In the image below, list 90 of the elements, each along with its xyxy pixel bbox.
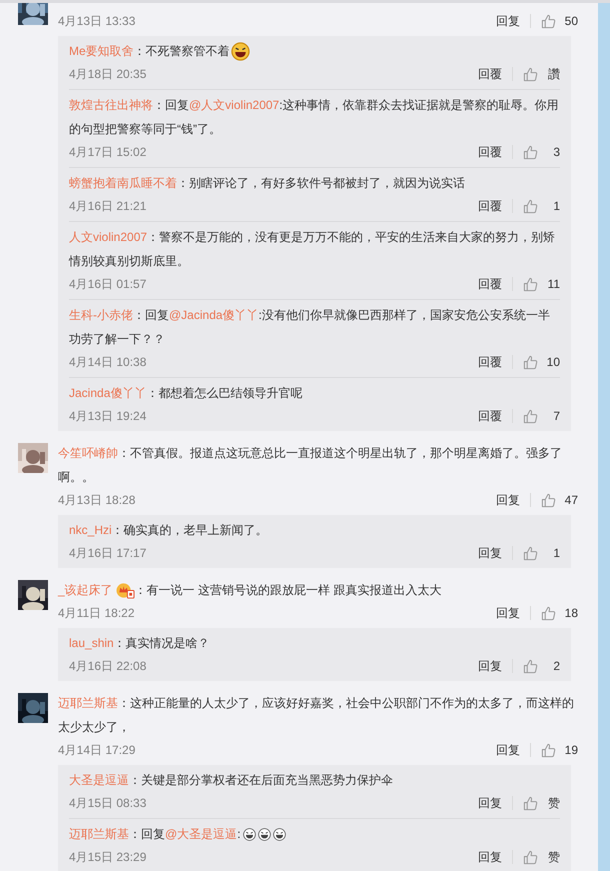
thumbs-up-icon[interactable] bbox=[523, 198, 538, 214]
thumbs-up-icon[interactable] bbox=[523, 408, 538, 424]
comment-text: nkc_Hzi：确实真的，老早上新闻了。 bbox=[69, 522, 269, 539]
reply-link[interactable]: 回复 bbox=[478, 794, 502, 812]
reply-link[interactable]: 回覆 bbox=[478, 276, 502, 292]
reply-link[interactable]: 回复 bbox=[478, 848, 502, 866]
comment-text: 迈耶兰斯基：这种正能量的人太少了，应该好好嘉奖，社会中公职部门不作为的太多了，而这样的太少太少了， bbox=[58, 695, 575, 736]
username-link[interactable]: 大圣是逗逼 bbox=[69, 773, 129, 787]
thumbs-up-icon[interactable] bbox=[523, 850, 538, 864]
comment-text: 迈耶兰斯基：回复@大圣是逗逼: bbox=[69, 822, 560, 846]
like-count: 2 bbox=[552, 659, 560, 673]
username-link[interactable]: 迈耶兰斯基 bbox=[69, 827, 129, 841]
like-count: 讚 bbox=[547, 66, 560, 82]
like-count: 1 bbox=[552, 199, 560, 213]
reply-link[interactable]: 回覆 bbox=[478, 198, 502, 214]
comment-text: 今笙吥嵴帥：不管真假。报道点这玩意总比一直报道这个明星出轨了，那个明星离婚了。强多了啊。。 bbox=[58, 445, 563, 486]
username-link[interactable]: 人文violin2007 bbox=[69, 230, 148, 244]
like-count: 10 bbox=[546, 355, 560, 369]
comment-text: Me要知取舍：不死警察管不着 bbox=[69, 39, 560, 63]
username-link[interactable]: lau_shin bbox=[69, 636, 114, 650]
reply-link[interactable]: 回覆 bbox=[478, 408, 502, 424]
like-count: 赞 bbox=[547, 848, 560, 866]
scroll-bar[interactable] bbox=[598, 3, 610, 871]
laughing-face-icon bbox=[272, 828, 286, 842]
thumbs-up-icon[interactable] bbox=[523, 66, 538, 82]
like-count: 7 bbox=[552, 409, 560, 423]
username-link[interactable]: nkc_Hzi bbox=[69, 523, 112, 537]
thumbs-up-icon[interactable] bbox=[541, 14, 556, 28]
thumbs-up-icon[interactable] bbox=[523, 546, 538, 560]
mention-link[interactable]: @人文violin2007 bbox=[189, 98, 280, 112]
reply-link[interactable]: 回复 bbox=[478, 544, 502, 562]
timestamp: 4月11日 18:22 bbox=[58, 604, 134, 622]
like-count: 50 bbox=[564, 14, 578, 28]
timestamp: 4月16日 22:08 bbox=[69, 658, 146, 674]
laughing-face-icon bbox=[230, 42, 250, 62]
reply-link[interactable]: 回覆 bbox=[478, 354, 502, 370]
like-count: 赞 bbox=[547, 794, 560, 812]
timestamp: 4月16日 17:17 bbox=[69, 544, 146, 562]
username-link[interactable]: 生科-小赤佬 bbox=[69, 308, 133, 322]
mention-link[interactable]: @大圣是逗逼 bbox=[165, 827, 238, 841]
timestamp: 4月16日 21:21 bbox=[69, 198, 146, 214]
timestamp: 4月18日 20:35 bbox=[69, 66, 146, 82]
like-count: 19 bbox=[564, 743, 578, 757]
username-link[interactable]: 今笙吥嵴帥 bbox=[58, 446, 118, 460]
thumbs-up-icon[interactable] bbox=[541, 742, 556, 758]
timestamp: 4月14日 17:29 bbox=[58, 742, 136, 758]
like-count: 18 bbox=[564, 606, 578, 620]
timestamp: 4月13日 18:28 bbox=[58, 492, 136, 508]
timestamp: 4月15日 23:29 bbox=[69, 848, 146, 866]
like-count: 3 bbox=[552, 145, 560, 159]
mention-link[interactable]: @Jacinda傻丫丫 bbox=[169, 308, 259, 322]
comment-text: 敦煌古往出神将：回复@人文violin2007:这种事情，依靠群众去找证据就是警察的耻辱。你用的句型把警察等同于“钱”了。 bbox=[69, 97, 560, 138]
thumbs-up-icon[interactable] bbox=[541, 606, 556, 620]
thumbs-up-icon[interactable] bbox=[541, 492, 556, 508]
comment-text: 生科-小赤佬：回复@Jacinda傻丫丫:没有他们你早就像巴西那样了，国家安危公安系统一半功劳了解一下？？ bbox=[69, 307, 551, 348]
timestamp: 4月13日 19:24 bbox=[69, 408, 146, 424]
like-count: 1 bbox=[552, 546, 560, 560]
reply-link[interactable]: 回复 bbox=[496, 492, 520, 508]
timestamp: 4月17日 15:02 bbox=[69, 144, 146, 160]
thumbs-up-icon[interactable] bbox=[523, 354, 538, 370]
like-count: 47 bbox=[564, 493, 578, 507]
reply-link[interactable]: 回覆 bbox=[478, 66, 502, 82]
timestamp: 4月14日 10:38 bbox=[69, 354, 146, 370]
comment-text: Jacinda傻丫丫：都想着怎么巴结领导升官呢 bbox=[69, 385, 304, 402]
reply-link[interactable]: 回复 bbox=[496, 604, 520, 622]
comment-text: 大圣是逗逼：关键是部分掌权者还在后面充当黑恶势力保护伞 bbox=[69, 772, 394, 789]
thumbs-up-icon[interactable] bbox=[523, 276, 538, 292]
timestamp: 4月15日 08:33 bbox=[69, 794, 146, 812]
reply-link[interactable]: 回复 bbox=[496, 742, 520, 758]
thumbs-up-icon[interactable] bbox=[523, 796, 538, 810]
username-link[interactable]: Me要知取舍 bbox=[69, 44, 134, 58]
username-link[interactable]: Jacinda傻丫丫 bbox=[69, 386, 146, 400]
comment-text: _该起床了 ：有一说一 这营销号说的跟放屁一样 跟真实报道出入太大 bbox=[58, 578, 578, 602]
timestamp: 4月16日 01:57 bbox=[69, 276, 146, 292]
comment-text: lau_shin：真实情况是啥？ bbox=[69, 635, 211, 652]
username-link[interactable]: 敦煌古往出神将 bbox=[69, 98, 153, 112]
comment-text: 螃蟹抱着南瓜睡不着：别瞎评论了，有好多软件号都被封了，就因为说实话 bbox=[69, 175, 466, 192]
thumbs-up-icon[interactable] bbox=[523, 144, 538, 160]
reply-link[interactable]: 回覆 bbox=[478, 144, 502, 160]
username-link[interactable]: 螃蟹抱着南瓜睡不着 bbox=[69, 176, 177, 190]
laughing-face-icon bbox=[258, 828, 271, 842]
like-count: 11 bbox=[546, 277, 560, 291]
laughing-face-icon bbox=[242, 828, 256, 842]
thumbs-up-icon[interactable] bbox=[523, 658, 538, 674]
username-link[interactable]: 迈耶兰斯基 bbox=[58, 696, 118, 710]
timestamp: 4月13日 13:33 bbox=[58, 12, 136, 30]
reply-link[interactable]: 回复 bbox=[478, 658, 502, 674]
comment-text: 人文violin2007：警察不是万能的，没有更是万万不能的，平安的生活来自大家的努力，别矫情别较真别切斯底里。 bbox=[69, 229, 556, 270]
username-link[interactable]: _该起床了 bbox=[58, 583, 113, 597]
reply-link[interactable]: 回复 bbox=[496, 12, 520, 30]
